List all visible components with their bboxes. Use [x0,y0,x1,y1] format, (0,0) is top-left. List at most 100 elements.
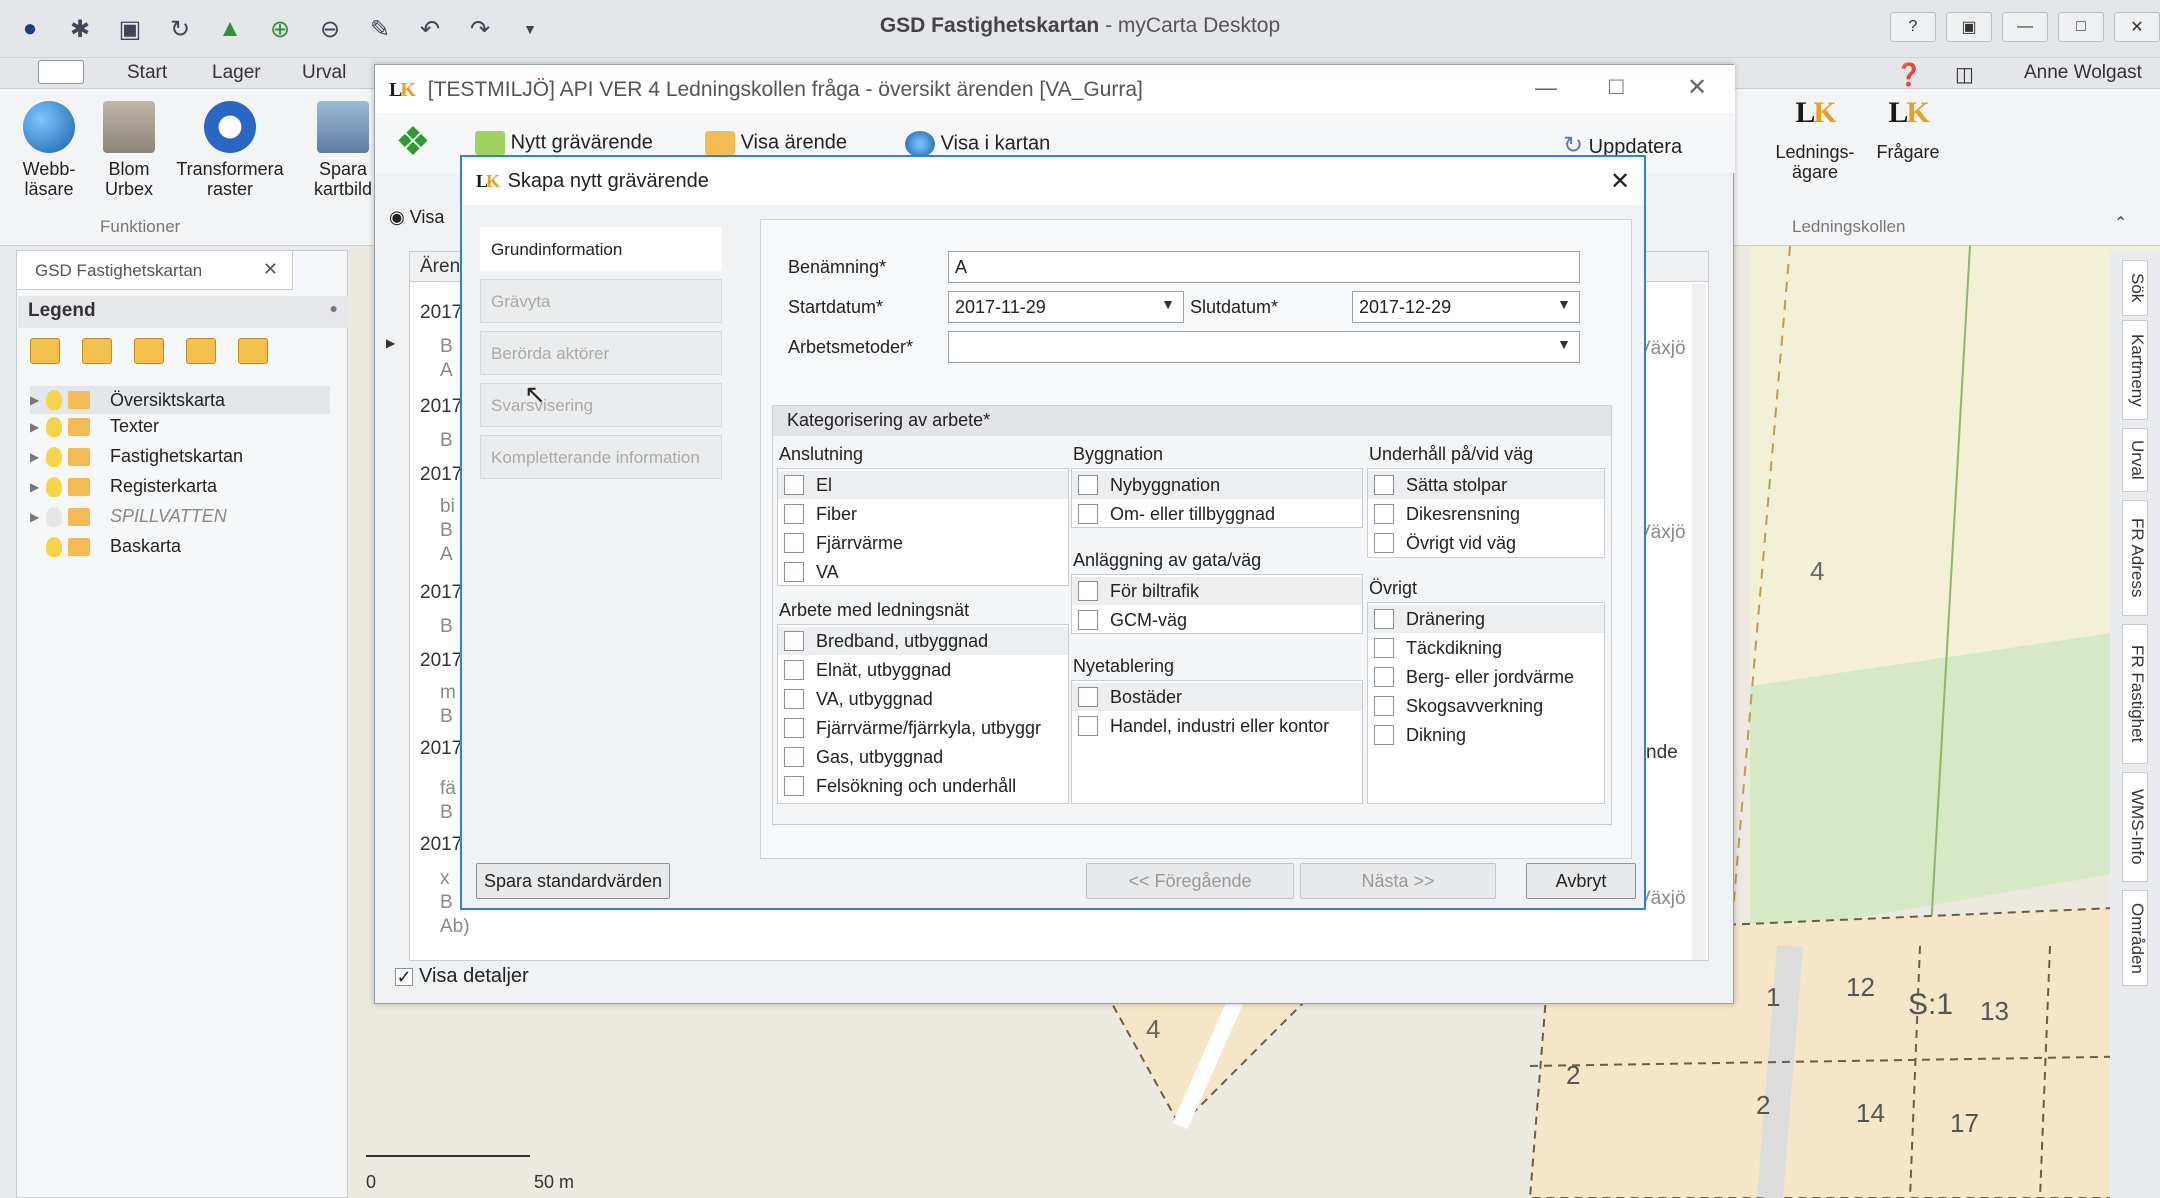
checkbox-box[interactable] [1374,609,1394,629]
checkbox-box[interactable] [1374,475,1394,495]
spara-kartbild-button[interactable]: Spara kartbild [308,101,378,199]
checkbox-va-utbyggnad[interactable]: VA, utbyggnad [778,685,1068,713]
layer-item[interactable]: ▶ Fastighetskartan [30,446,243,467]
checkbox-box[interactable] [784,475,804,495]
layer-item[interactable]: ▶ Texter [30,416,159,437]
checkbox-box[interactable] [1078,716,1098,736]
checkbox-box[interactable] [1374,667,1394,687]
side-tab-fr-adress[interactable]: FR Adress [2122,500,2148,616]
close-dialog-icon[interactable]: ✕ [1610,167,1630,196]
cell-year[interactable]: 2017 [420,464,462,486]
checkbox-felsokning[interactable]: Felsökning och underhåll [778,772,1068,800]
close-tab-icon[interactable]: ✕ [263,259,278,280]
checkbox-fjarrvarme-utbyggnad[interactable]: Fjärrvärme/fjärrkyla, utbyggr [778,714,1068,742]
cell-year[interactable]: 2017 [420,834,462,856]
checkbox-box[interactable] [784,562,804,582]
undo-icon[interactable]: ↶ [414,13,446,45]
checkbox-box[interactable] [1078,581,1098,601]
expand-icon[interactable]: ▶ [30,480,46,494]
minimize-icon[interactable]: — [2002,12,2048,42]
checkbox-box[interactable] [784,533,804,553]
filter-visa[interactable]: ◉ Visa [389,207,444,228]
checkbox-box[interactable] [1374,638,1394,658]
app-logo-icon[interactable]: ● [14,13,46,45]
checkbox-nybyggnation[interactable]: Nybyggnation [1072,471,1362,499]
checkbox-satta-stolpar[interactable]: Sätta stolpar [1368,471,1604,499]
checkbox-gcm-vag[interactable]: GCM-väg [1072,606,1362,634]
zoom-out-icon[interactable]: ⊖ [314,13,346,45]
chevron-down-icon[interactable]: ▼ [1557,296,1571,312]
screen-icon[interactable]: ◫ [1955,62,1974,87]
show-in-map-button[interactable]: Visa i kartan [905,131,1050,157]
zoom-in-icon[interactable]: ⊕ [264,13,296,45]
checkbox-gas[interactable]: Gas, utbyggnad [778,743,1068,771]
checkbox-box[interactable] [1374,504,1394,524]
checkbox-box[interactable] [784,689,804,709]
help-icon[interactable]: ? [1890,12,1936,42]
expand-icon[interactable]: ▶ [30,420,46,434]
checkbox-va[interactable]: VA [778,558,1068,586]
checkbox-tackdikning[interactable]: Täckdikning [1368,634,1604,662]
cell-year[interactable]: 2017 [420,582,462,604]
expand-icon[interactable]: ▶ [30,510,46,524]
sort-icon[interactable] [186,338,216,364]
bulb-icon[interactable] [46,416,62,437]
add-layer-icon[interactable]: ▲ [214,13,246,45]
layer-item[interactable]: ▶ Översiktskarta [30,386,330,414]
next-button[interactable]: Nästa >> [1300,863,1496,899]
checkbox-skogsavverkning[interactable]: Skogsavverkning [1368,692,1604,720]
bulb-icon[interactable] [46,390,62,410]
arbetsmetoder-select[interactable]: ▼ [948,331,1580,363]
maximize-icon[interactable]: □ [2058,12,2104,42]
checkbox-bredband[interactable]: Bredband, utbyggnad [778,627,1068,655]
checkbox-box[interactable] [1374,696,1394,716]
redo-icon[interactable]: ↷ [464,13,496,45]
close-icon[interactable]: ✕ [2114,12,2160,42]
new-folder-icon[interactable] [82,338,112,364]
document-tab[interactable]: GSD Fastighetskartan ✕ [16,250,293,290]
checkbox-box[interactable] [784,631,804,651]
checkbox-dikesrensning[interactable]: Dikesrensning [1368,500,1604,528]
checkbox-box[interactable] [784,504,804,524]
checkbox-el[interactable]: El [778,471,1068,499]
checkbox-dikning[interactable]: Dikning [1368,721,1604,749]
webb-lasare-button[interactable]: Webb- läsare [14,101,84,199]
new-icon[interactable]: ✱ [64,13,96,45]
checkbox-box[interactable] [784,747,804,767]
fragare-button[interactable]: LK Frågare [1868,98,1948,163]
bulb-icon[interactable] [46,446,62,467]
tab-lager[interactable]: Lager [212,62,261,84]
checkbox-box[interactable] [784,660,804,680]
side-tab-sok[interactable]: Sök [2122,260,2148,316]
nav-grundinformation[interactable]: Grundinformation [480,227,722,271]
expand-icon[interactable]: ▶ [30,450,46,464]
blom-urbex-button[interactable]: Blom Urbex [94,101,164,199]
maximize-icon[interactable]: □ [1609,73,1624,101]
side-tab-wms-info[interactable]: WMS-Info [2122,772,2148,882]
customize-dropdown-icon[interactable]: ▼ [514,13,546,45]
checkbox-box[interactable] [1078,687,1098,707]
layer-item[interactable]: ▶ SPILLVATTEN [30,506,227,527]
cell-year[interactable]: 2017 [420,302,462,324]
previous-button[interactable]: << Föregående [1086,863,1294,899]
tools-icon[interactable]: ✎ [364,13,396,45]
startdatum-picker[interactable]: 2017-11-29 ▼ [948,291,1184,323]
nav-svarsvisering[interactable]: Svarsvisering [480,383,722,427]
side-tab-kartmeny[interactable]: Kartmeny [2122,320,2148,420]
cell-year[interactable]: 2017 [420,650,462,672]
cell-year[interactable]: 2017 [420,738,462,760]
walking-person-icon[interactable]: ❖ [395,119,431,165]
slutdatum-picker[interactable]: 2017-12-29 ▼ [1352,291,1580,323]
checkbox-box[interactable] [1078,475,1098,495]
checkbox-box[interactable] [1374,725,1394,745]
collapse-ribbon-icon[interactable]: ⌃ [2114,213,2127,233]
checkbox-box[interactable] [1078,504,1098,524]
checkbox-elnat[interactable]: Elnät, utbyggnad [778,656,1068,684]
chevron-down-icon[interactable]: ▼ [1161,296,1175,312]
grid-scrollbar[interactable] [1692,284,1706,960]
checkbox-dranering[interactable]: Dränering [1368,605,1604,633]
help-circle-icon[interactable]: ❓ [1895,62,1922,88]
side-tab-omraden[interactable]: Områden [2122,890,2148,986]
cell-year[interactable]: 2017 [420,396,462,418]
user-name[interactable]: Anne Wolgast [2024,62,2142,84]
